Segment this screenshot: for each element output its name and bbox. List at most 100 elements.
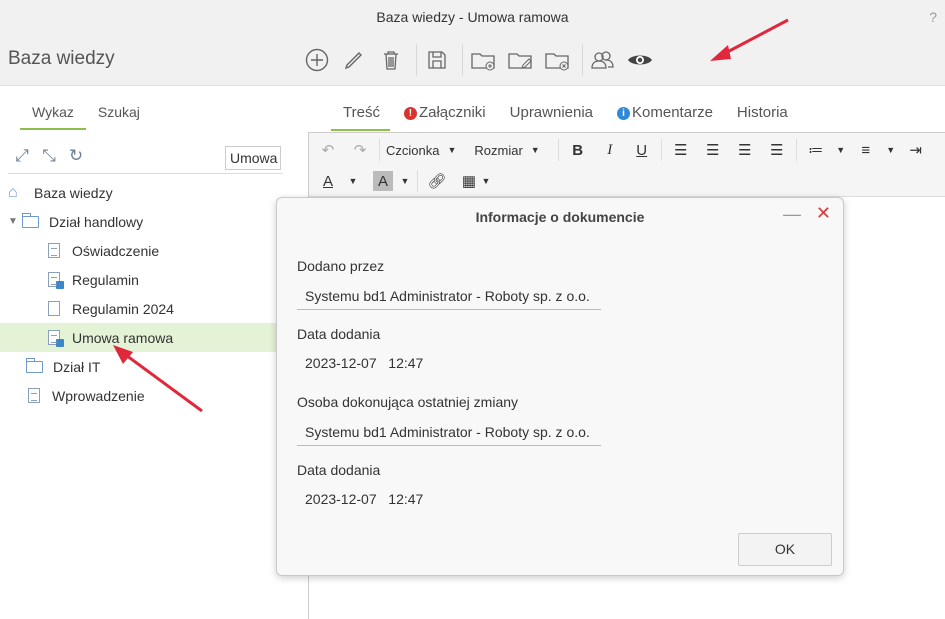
permissions-button[interactable] (587, 44, 619, 76)
size-dropdown[interactable]: Rozmiar ▼ (474, 143, 539, 158)
divider (660, 139, 662, 161)
editor-toolbar-row-1: ↶ ↷ Czcionka ▼ Rozmiar ▼ B I U ☰ ☰ ☰ ☰ ≔ ▼… (315, 135, 935, 165)
font-dropdown[interactable]: Czcionka ▼ (386, 143, 456, 158)
window-title: Baza wiedzy - Umowa ramowa (376, 9, 569, 25)
folder-add-icon (471, 52, 495, 70)
window-titlebar: Baza wiedzy - Umowa ramowa ? (0, 0, 945, 34)
added-by-label: Dodano przez (297, 258, 385, 274)
caret-down-icon: ▼ (530, 145, 540, 155)
tab-wykaz[interactable]: Wykaz (20, 99, 86, 130)
collapse-all-icon[interactable]: ⤡ (37, 146, 61, 166)
align-justify-icon[interactable]: ☰ (764, 137, 790, 163)
main-toolbar (293, 34, 945, 86)
trash-icon (384, 50, 398, 70)
document-icon (48, 301, 60, 316)
divider (417, 170, 418, 192)
eye-icon (628, 55, 652, 64)
redo-icon[interactable]: ↷ (347, 137, 373, 163)
refresh-icon[interactable]: ↻ (64, 146, 88, 166)
folder-edit-icon (508, 52, 532, 69)
tree-item-oswiadczenie[interactable]: Oświadczenie (0, 236, 276, 265)
add-folder-button[interactable] (467, 44, 499, 76)
save-button[interactable] (421, 44, 453, 76)
tab-historia[interactable]: Historia (725, 96, 798, 131)
edit-button[interactable] (338, 44, 370, 76)
underline-icon[interactable]: U (629, 137, 655, 163)
tab-szukaj[interactable]: Szukaj (86, 99, 152, 130)
tree-item-label: Dział handlowy (49, 213, 144, 230)
divider (8, 173, 283, 174)
tree-item-regulamin[interactable]: Regulamin (0, 265, 276, 294)
warning-icon: ! (403, 107, 417, 120)
tab-zalaczniki[interactable]: ! Załączniki (392, 96, 496, 131)
document-icon (48, 243, 60, 258)
folder-icon (22, 212, 39, 228)
caret-down-icon[interactable]: ▼ (347, 168, 359, 194)
tree-filter-input[interactable]: Umowa (225, 146, 281, 170)
editor-toolbar-row-2: A ▼ A ▼ 🔗︎ ▦ ▼ (315, 166, 498, 196)
tree-item-dzial-it[interactable]: Dział IT (0, 352, 276, 381)
edit-folder-button[interactable] (504, 44, 536, 76)
document-info-dialog: Informacje o dokumencie — ✕ Dodano przez… (276, 197, 844, 576)
last-modified-by-value: Systemu bd1 Administrator - Roboty sp. z… (297, 418, 601, 446)
link-icon[interactable]: 🔗︎ (424, 168, 450, 194)
tree-item-baza-wiedzy[interactable]: ⌂ Baza wiedzy (0, 178, 276, 207)
tree-item-umowa-ramowa[interactable]: Umowa ramowa (0, 323, 276, 352)
tab-uprawnienia[interactable]: Uprawnienia (498, 96, 603, 131)
table-icon[interactable]: ▦ (456, 168, 482, 194)
tab-tresc[interactable]: Treść (331, 96, 390, 131)
add-button[interactable] (301, 44, 333, 76)
plus-circle-icon (305, 48, 329, 71)
tree-tools: ⤢ ⤡ ↻ (10, 146, 88, 166)
align-center-icon[interactable]: ☰ (700, 137, 726, 163)
undo-icon[interactable]: ↶ (315, 137, 341, 163)
date-added-label: Data dodania (297, 326, 381, 342)
pencil-icon (344, 51, 362, 69)
caret-down-icon[interactable]: ▼ (885, 137, 897, 163)
caret-down-icon[interactable]: ▼ (8, 216, 22, 227)
dialog-title: Informacje o dokumencie (475, 209, 645, 225)
tab-komentarze[interactable]: i Komentarze (605, 96, 723, 131)
tree-item-label: Regulamin (72, 271, 139, 288)
divider (795, 139, 797, 161)
date-modified-value: 2023-12-07 12:47 (305, 491, 424, 507)
tree: ⌂ Baza wiedzy ▼ Dział handlowy Oświadcze… (0, 178, 276, 410)
tree-item-label: Wprowadzenie (52, 387, 145, 404)
align-left-icon[interactable]: ☰ (668, 137, 694, 163)
left-pane: Baza wiedzy Wykaz Szukaj ⤢ ⤡ ↻ Umowa ⌂ B… (0, 34, 293, 619)
delete-folder-button[interactable] (541, 44, 573, 76)
document-tabs: Treść ! Załączniki Uprawnienia i Komentarz… (331, 96, 800, 131)
save-icon (428, 50, 446, 69)
text-color-icon[interactable]: A (315, 168, 341, 194)
folder-delete-icon (545, 52, 569, 70)
date-modified-label: Data dodania (297, 462, 381, 478)
help-button[interactable]: ? (929, 0, 937, 34)
tree-item-label: Umowa ramowa (72, 329, 174, 346)
editor-toolbar: ↶ ↷ Czcionka ▼ Rozmiar ▼ B I U ☰ ☰ ☰ ☰ ≔ ▼… (309, 133, 945, 197)
expand-all-icon[interactable]: ⤢ (10, 146, 34, 166)
last-modified-by-label: Osoba dokonująca ostatniej zmiany (297, 394, 519, 410)
tab-label: Załączniki (418, 104, 486, 121)
left-tabs: Wykaz Szukaj (20, 99, 152, 130)
tree-item-dzial-handlowy[interactable]: ▼ Dział handlowy (0, 207, 276, 236)
bold-icon[interactable]: B (565, 137, 591, 163)
italic-icon[interactable]: I (597, 137, 623, 163)
document-info-button[interactable] (624, 44, 656, 76)
minimize-icon[interactable]: — (783, 204, 801, 225)
close-icon[interactable]: ✕ (816, 203, 831, 224)
numbered-list-icon[interactable]: ≡ (853, 137, 879, 163)
date-added-value: 2023-12-07 12:47 (305, 355, 424, 371)
indent-icon[interactable]: ⇥ (903, 137, 929, 163)
caret-down-icon[interactable]: ▼ (399, 168, 411, 194)
font-dropdown-label: Czcionka (386, 142, 440, 158)
caret-down-icon[interactable]: ▼ (835, 137, 847, 163)
tree-item-regulamin-2024[interactable]: Regulamin 2024 (0, 294, 276, 323)
ok-button[interactable]: OK (738, 533, 832, 566)
background-color-icon[interactable]: A (373, 171, 393, 191)
tree-item-wprowadzenie[interactable]: Wprowadzenie (0, 381, 276, 410)
align-right-icon[interactable]: ☰ (732, 137, 758, 163)
delete-button[interactable] (375, 44, 407, 76)
bullet-list-icon[interactable]: ≔ (803, 137, 829, 163)
tree-item-label: Oświadczenie (72, 242, 160, 259)
caret-down-icon[interactable]: ▼ (480, 168, 492, 194)
